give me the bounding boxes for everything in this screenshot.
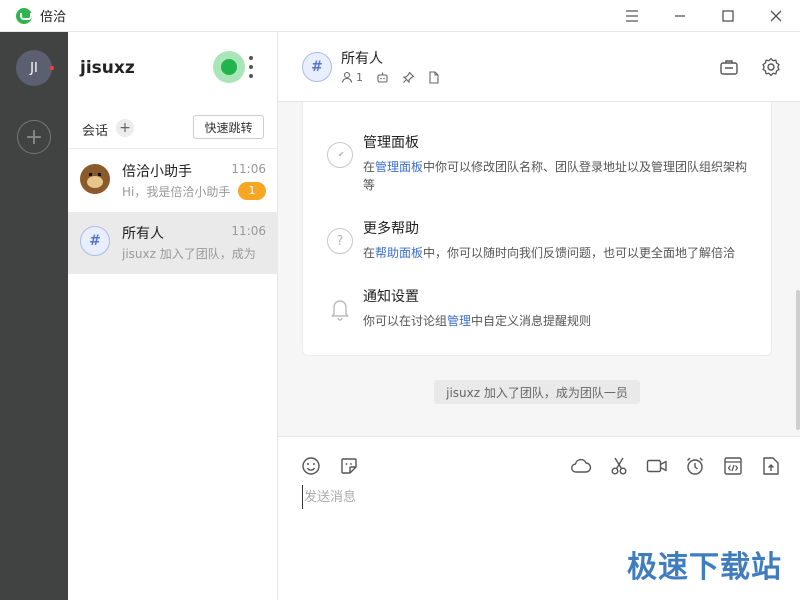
user-icon[interactable]: [340, 70, 354, 84]
quick-jump-button[interactable]: 快速跳转: [193, 115, 264, 139]
bear-avatar: [80, 164, 110, 194]
close-icon: [770, 10, 782, 22]
notification-dot: [50, 66, 54, 70]
chat-name: 所有人: [122, 226, 164, 242]
manage-link[interactable]: 管理: [447, 314, 471, 328]
channel-meta: 1: [340, 70, 453, 84]
message-input[interactable]: [302, 485, 772, 509]
feature-desc: 你可以在讨论组管理中自定义消息提醒规则: [363, 314, 592, 328]
plus-icon: +: [24, 124, 44, 150]
add-session-button[interactable]: +: [116, 119, 134, 137]
chat-preview: jisuxz 加入了团队，成为团队一员: [122, 247, 256, 261]
app-title: 倍洽: [40, 10, 67, 25]
session-toolbar: 会话 + 快速跳转: [68, 114, 278, 144]
composer-right-tools: [554, 455, 782, 477]
more-options-icon[interactable]: [248, 56, 254, 78]
cloud-icon[interactable]: [570, 455, 592, 477]
alarm-icon[interactable]: [684, 455, 706, 477]
admin-panel-link[interactable]: 管理面板: [375, 160, 423, 174]
chat-preview: Hi，我是倍洽小助手: [122, 185, 231, 199]
add-team-button[interactable]: +: [17, 120, 51, 154]
channel-intro-card: 管理面板 在管理面板中你可以修改团队名称、团队登录地址以及管理团队组织架构等 ?…: [302, 102, 772, 356]
channel-header: # 所有人 1: [278, 32, 800, 102]
feature-desc: 在帮助面板中，你可以随时向我们反馈问题，也可以更全面地了解倍洽: [363, 246, 736, 260]
minimize-button[interactable]: [656, 0, 704, 32]
app-logo-icon: [16, 7, 32, 24]
help-panel-link[interactable]: 帮助面板: [375, 246, 423, 260]
minimize-icon: [675, 15, 685, 17]
chat-time: 11:06: [231, 224, 266, 238]
dashboard-icon: [327, 142, 353, 168]
emoji-icon[interactable]: [300, 455, 322, 477]
member-count: 1: [356, 70, 363, 84]
channel-title: 所有人: [341, 51, 383, 67]
online-status-icon[interactable]: [213, 51, 245, 83]
scissors-icon[interactable]: [608, 455, 630, 477]
composer-left-tools: [300, 455, 376, 477]
channel-panel: # 所有人 1 管理面板 在管理面板中你可以修改团队名称、团队登录地址以及管理团…: [278, 32, 800, 600]
conversation-sidebar: jisuxz 会话 + 快速跳转 倍洽小助手 11:06 Hi，我是倍洽小助手 …: [68, 32, 278, 600]
chat-time: 11:06: [231, 162, 266, 176]
watermark: 极速下载站: [627, 550, 782, 585]
message-scrollbar[interactable]: [796, 290, 800, 430]
divider: [68, 148, 278, 149]
header-actions: [698, 56, 782, 78]
system-message: jisuxz 加入了团队，成为团队一员: [434, 380, 640, 404]
sessions-label: 会话: [82, 124, 109, 139]
close-button[interactable]: [752, 0, 800, 32]
upload-icon[interactable]: [760, 455, 782, 477]
hash-avatar: #: [80, 226, 110, 256]
help-icon: ?: [327, 228, 353, 254]
robot-icon[interactable]: [375, 70, 389, 84]
team-avatar[interactable]: JI: [16, 50, 52, 86]
feature-title: 管理面板: [363, 135, 419, 151]
channel-hash-icon: #: [302, 52, 332, 82]
chat-item-everyone[interactable]: # 所有人 11:06 jisuxz 加入了团队，成为团队一员: [68, 212, 278, 274]
menu-button[interactable]: [608, 0, 656, 32]
code-icon[interactable]: [722, 455, 744, 477]
pin-icon[interactable]: [401, 70, 415, 84]
chat-item-assistant[interactable]: 倍洽小助手 11:06 Hi，我是倍洽小助手 1: [68, 150, 278, 212]
feature-title: 更多帮助: [363, 221, 419, 237]
unread-badge: 1: [238, 182, 266, 200]
sticker-icon[interactable]: [338, 455, 360, 477]
sidebar-header: jisuxz: [68, 32, 277, 104]
bell-icon: [327, 296, 353, 322]
feature-title: 通知设置: [363, 289, 419, 305]
window-controls: [608, 0, 800, 32]
title-bar: 倍洽: [0, 0, 800, 32]
maximize-icon: [722, 10, 734, 22]
username[interactable]: jisuxz: [80, 58, 135, 78]
menu-icon: [626, 10, 638, 22]
gear-icon[interactable]: [760, 56, 782, 78]
chat-name: 倍洽小助手: [122, 164, 192, 180]
feature-desc: 在管理面板中你可以修改团队名称、团队登录地址以及管理团队组织架构等: [363, 160, 748, 192]
team-rail: JI +: [0, 32, 68, 600]
video-icon[interactable]: [646, 455, 668, 477]
maximize-button[interactable]: [704, 0, 752, 32]
briefcase-icon[interactable]: [718, 56, 740, 78]
file-icon[interactable]: [427, 70, 441, 84]
